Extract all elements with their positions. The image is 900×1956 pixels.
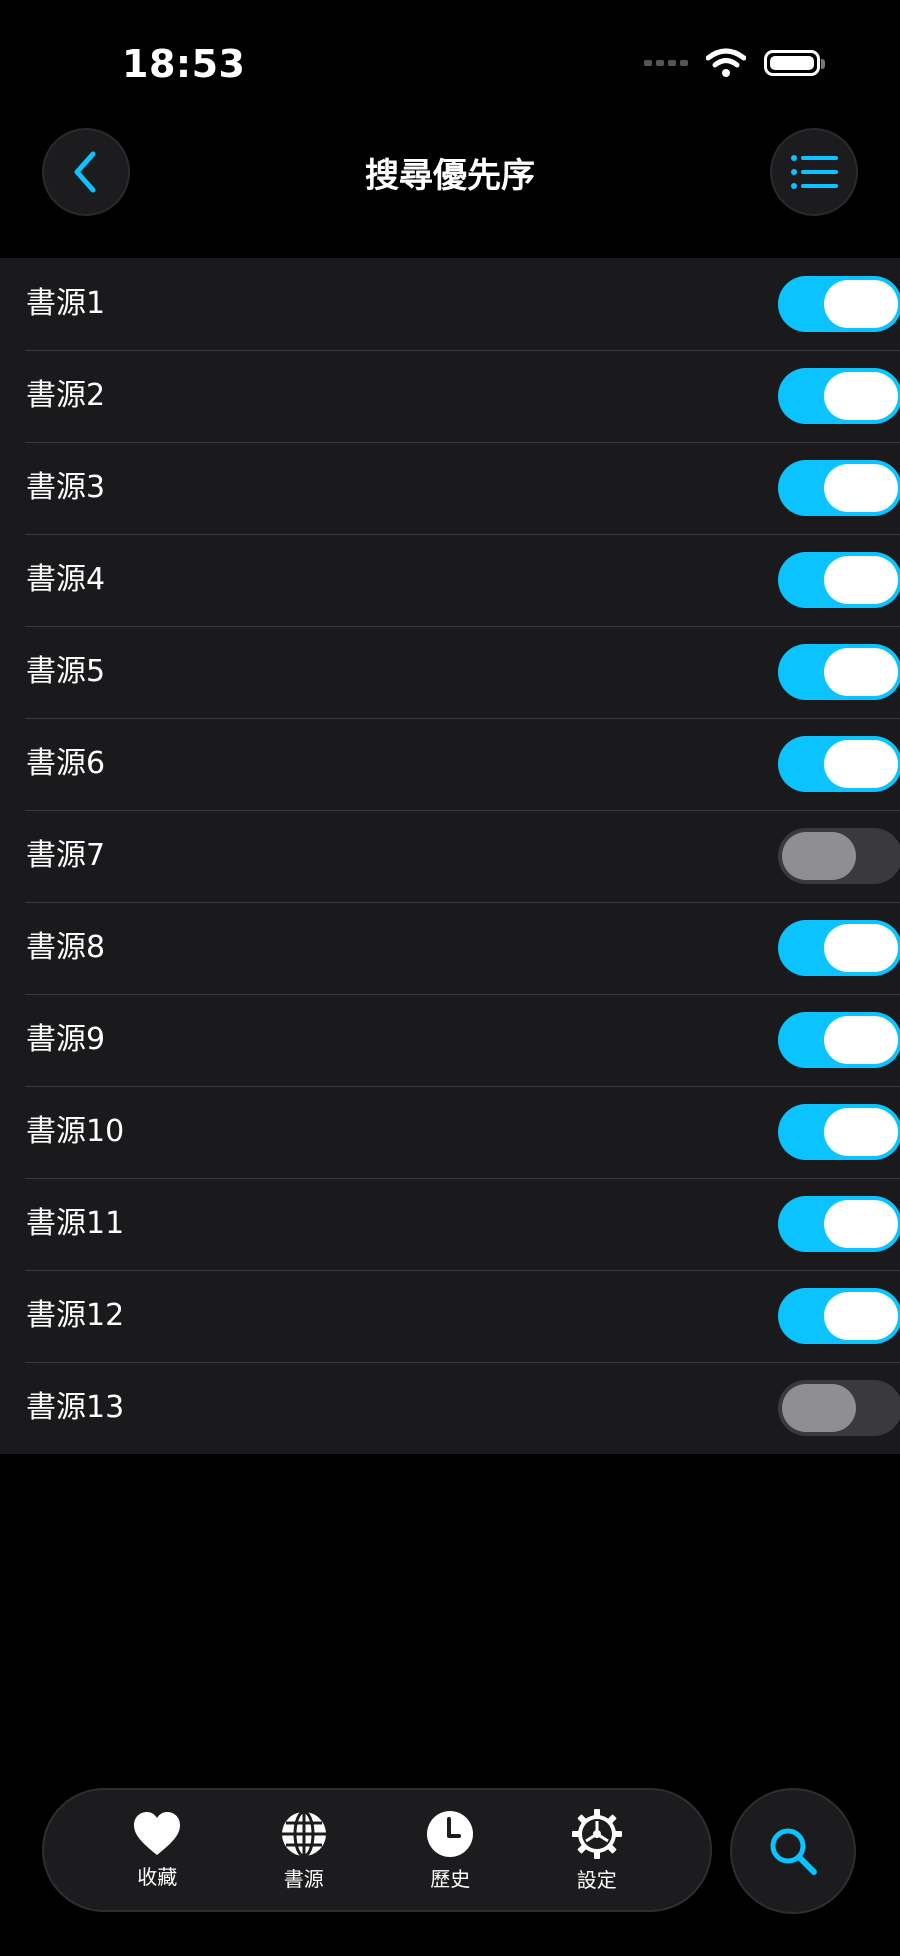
source-label: 書源9 [26, 1022, 106, 1057]
source-label: 書源12 [26, 1298, 125, 1333]
list-item: 書源4 [0, 534, 900, 626]
battery-icon [764, 50, 825, 76]
list-menu-button[interactable] [770, 128, 858, 216]
tab-favorites[interactable]: 收藏 [97, 1811, 217, 1890]
source-toggle[interactable] [778, 276, 900, 332]
toggle-knob [824, 280, 898, 328]
source-toggle[interactable] [778, 828, 900, 884]
nav-bar: 搜尋優先序 [0, 120, 900, 230]
source-toggle[interactable] [778, 1012, 900, 1068]
list-item: 書源8 [0, 902, 900, 994]
source-label: 書源13 [26, 1390, 125, 1425]
source-priority-list: 書源1 書源2 書源3 書源4 書源5 書源6 書源7 書源8 書源9 書源10 書源11 書源12 書… [0, 258, 900, 1454]
list-item: 書源5 [0, 626, 900, 718]
list-item: 書源12 [0, 1270, 900, 1362]
source-toggle[interactable] [778, 1380, 900, 1436]
source-label: 書源10 [26, 1114, 125, 1149]
source-label: 書源4 [26, 562, 106, 597]
toggle-knob [824, 1200, 898, 1248]
tab-sources[interactable]: 書源 [244, 1809, 364, 1892]
toggle-knob [824, 464, 898, 512]
gear-icon [571, 1808, 622, 1859]
source-label: 書源6 [26, 746, 106, 781]
source-label: 書源5 [26, 654, 106, 689]
source-toggle[interactable] [778, 552, 900, 608]
source-label: 書源8 [26, 930, 106, 965]
list-item: 書源10 [0, 1086, 900, 1178]
search-button[interactable] [730, 1788, 856, 1914]
list-item: 書源6 [0, 718, 900, 810]
source-toggle[interactable] [778, 1104, 900, 1160]
list-item: 書源2 [0, 350, 900, 442]
list-item: 書源7 [0, 810, 900, 902]
toggle-knob [824, 1016, 898, 1064]
toggle-knob [824, 556, 898, 604]
source-label: 書源3 [26, 470, 106, 505]
toggle-knob [782, 1384, 856, 1432]
status-bar: 18:53 [0, 0, 900, 110]
toggle-knob [824, 740, 898, 788]
tab-settings[interactable]: 設定 [537, 1808, 657, 1893]
source-toggle[interactable] [778, 1288, 900, 1344]
toggle-knob [824, 1108, 898, 1156]
toggle-knob [824, 648, 898, 696]
search-icon [770, 1828, 817, 1875]
source-toggle[interactable] [778, 644, 900, 700]
source-label: 書源7 [26, 838, 106, 873]
list-icon [791, 155, 838, 189]
toggle-knob [782, 832, 856, 880]
heart-icon [134, 1811, 181, 1855]
page-title: 搜尋優先序 [365, 156, 535, 196]
toggle-knob [824, 1292, 898, 1340]
status-icons [644, 48, 825, 78]
tab-label: 設定 [576, 1867, 617, 1892]
source-toggle[interactable] [778, 1196, 900, 1252]
source-toggle[interactable] [778, 920, 900, 976]
list-item: 書源9 [0, 994, 900, 1086]
tab-label: 歷史 [430, 1866, 471, 1891]
tab-bar: 收藏 書源 歷史 設定 [42, 1788, 712, 1912]
source-toggle[interactable] [778, 368, 900, 424]
source-toggle[interactable] [778, 460, 900, 516]
toggle-knob [824, 372, 898, 420]
source-toggle[interactable] [778, 736, 900, 792]
cellular-signal-icon [644, 60, 688, 66]
list-item: 書源13 [0, 1362, 900, 1454]
tab-label: 書源 [283, 1866, 324, 1891]
toggle-knob [824, 924, 898, 972]
source-label: 書源2 [26, 378, 106, 413]
status-time: 18:53 [122, 42, 246, 86]
clock-icon [427, 1810, 474, 1857]
source-label: 書源1 [26, 286, 106, 321]
list-item: 書源3 [0, 442, 900, 534]
tab-label: 收藏 [137, 1864, 178, 1889]
wifi-icon [706, 48, 746, 77]
source-label: 書源11 [26, 1206, 125, 1241]
list-item: 書源11 [0, 1178, 900, 1270]
tab-history[interactable]: 歷史 [390, 1809, 510, 1892]
list-item: 書源1 [0, 258, 900, 350]
globe-icon [281, 1810, 326, 1857]
